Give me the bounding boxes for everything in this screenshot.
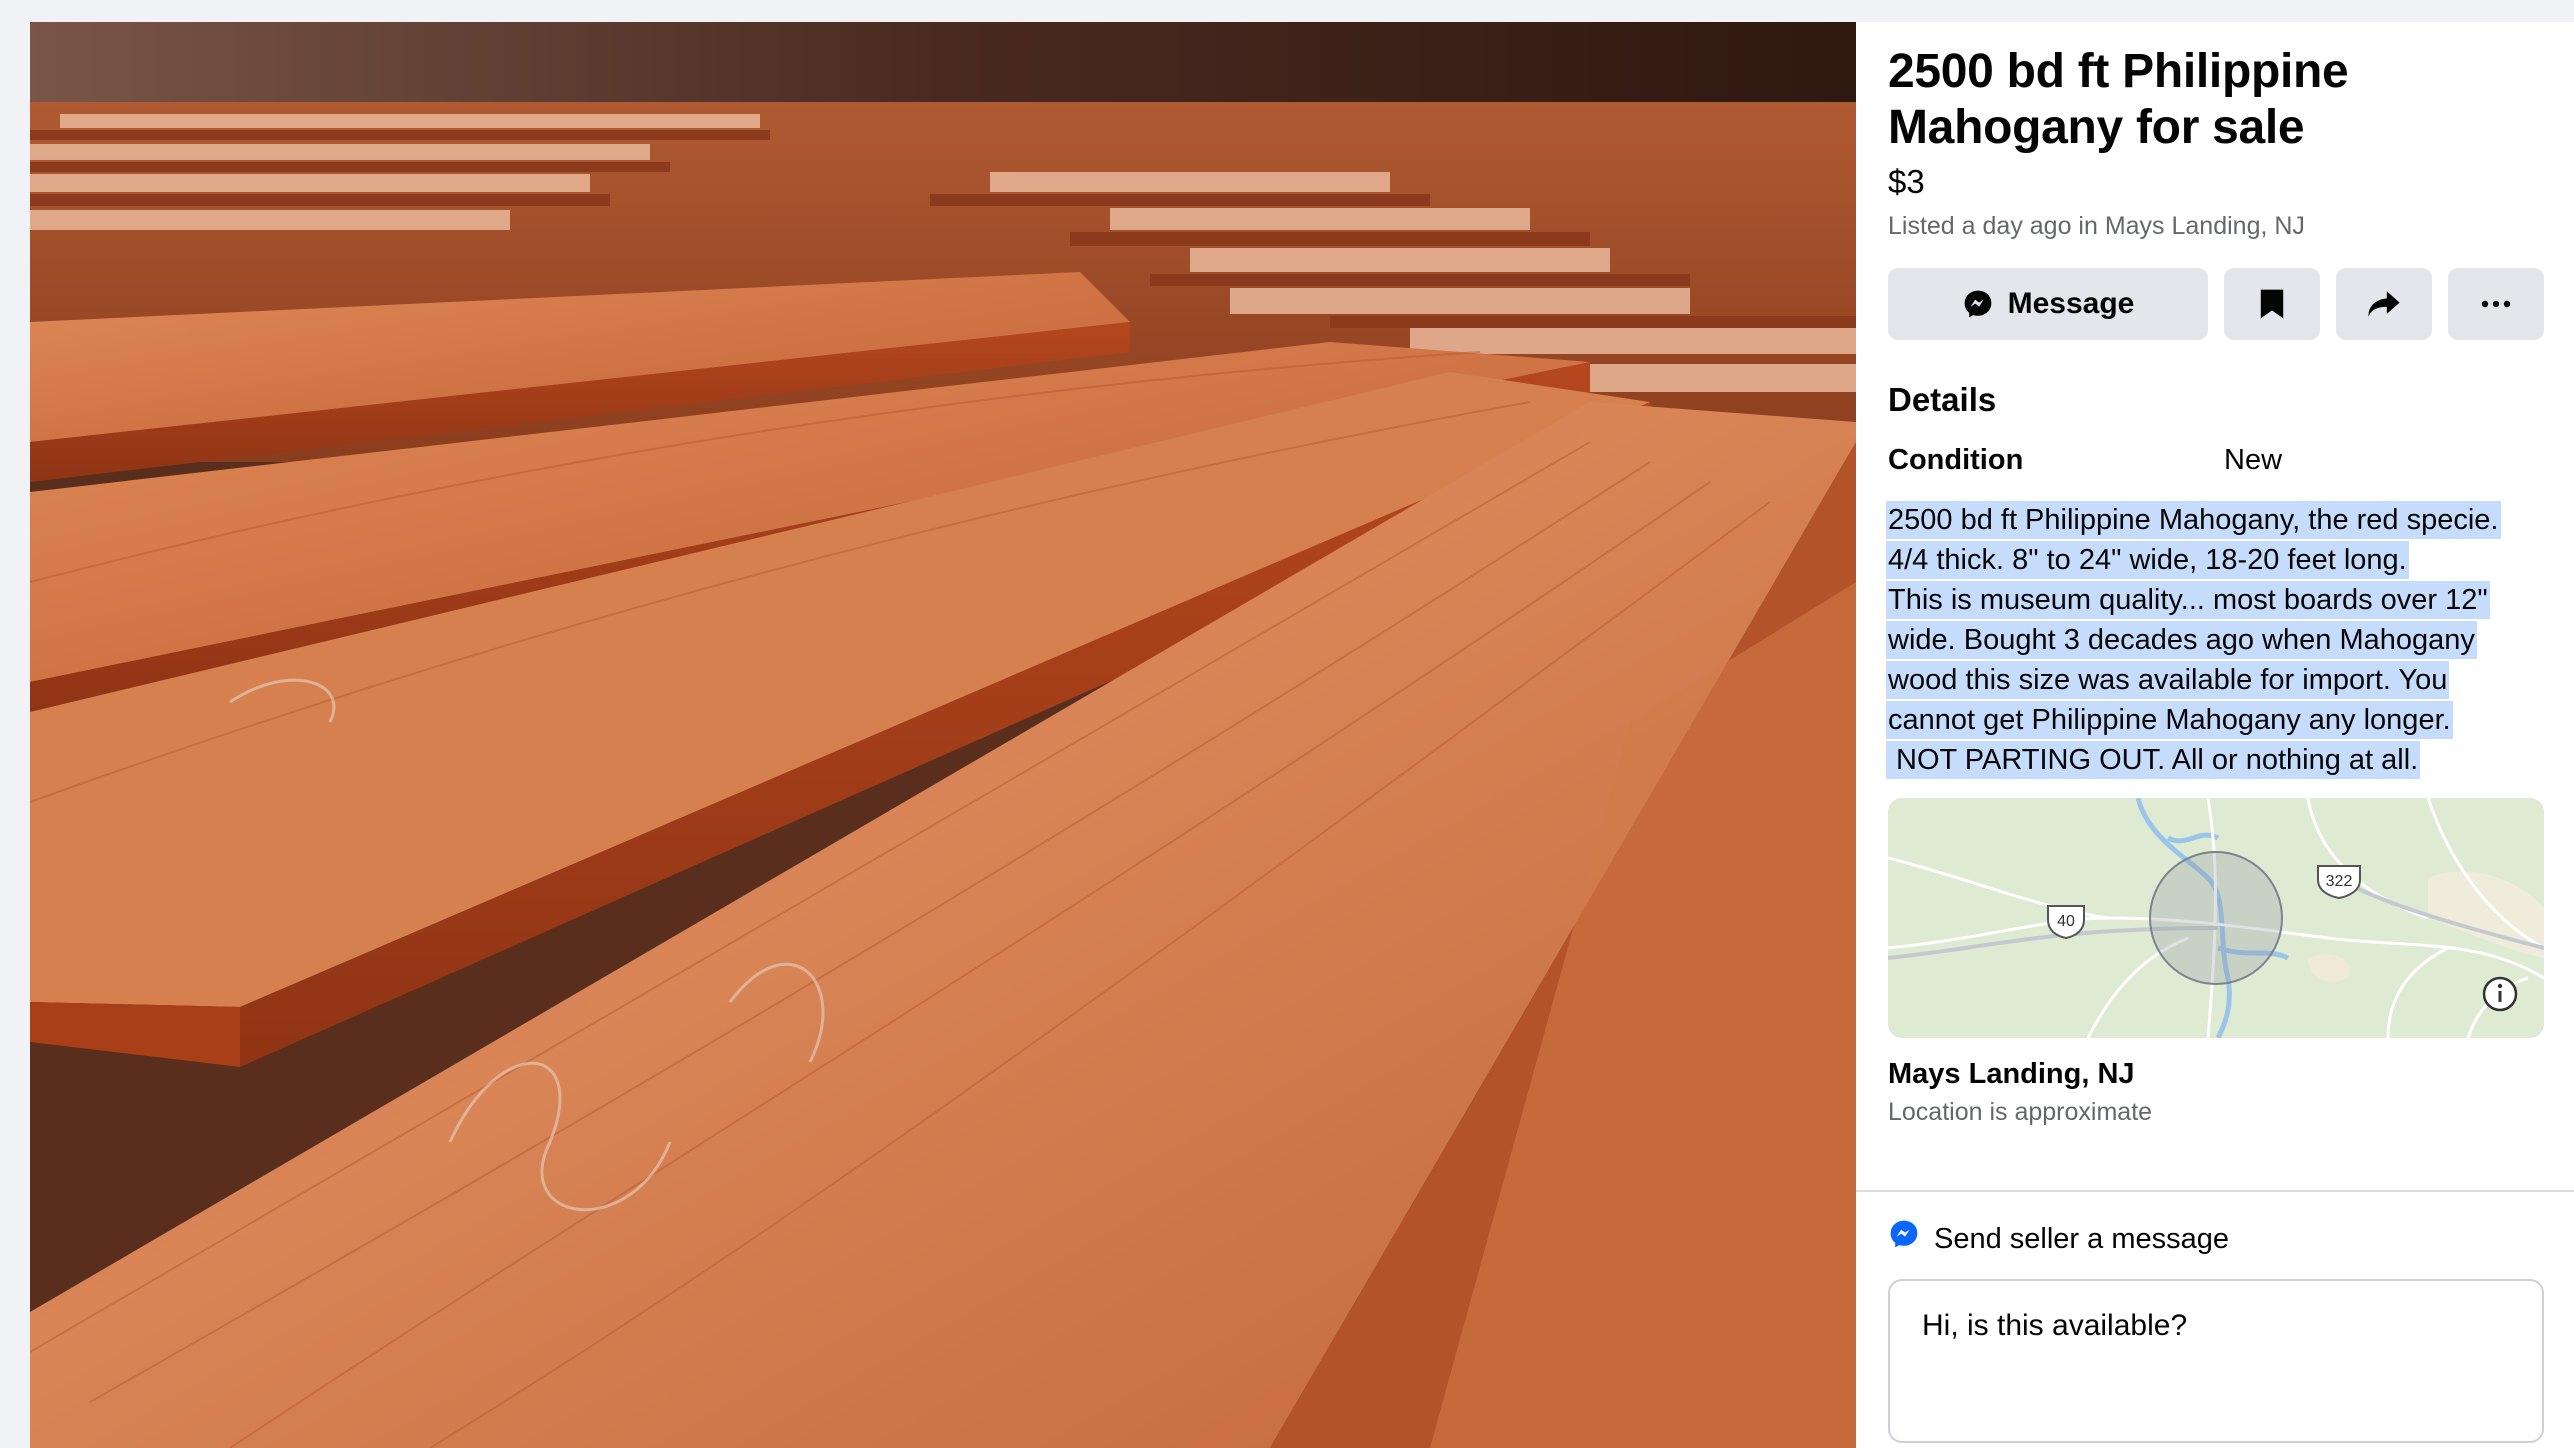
listing-photo[interactable] [30,22,1856,1448]
condition-row: Condition New [1888,442,2544,478]
location-name: Mays Landing, NJ [1888,1058,2135,1090]
marketplace-listing-page: 2500 bd ft Philippine Mahogany for sale … [0,0,2574,1448]
description-line: wood this size was available for import.… [1886,661,2450,699]
description-line: wide. Bought 3 decades ago when Mahogany [1886,621,2477,659]
save-button[interactable] [2224,268,2320,340]
listing-price: $3 [1888,163,1925,200]
route-40-shield: 40 [2047,905,2085,940]
seller-message-input[interactable]: Hi, is this available? [1888,1279,2544,1443]
more-icon [2481,300,2511,308]
action-row: Message [1888,268,2544,340]
condition-value: New [2224,444,2283,476]
share-button[interactable] [2336,268,2432,340]
send-message-section: Send seller a message Hi, is this availa… [1888,1218,2544,1448]
description-line: 4/4 thick. 8" to 24" wide, 18-20 feet lo… [1886,541,2409,579]
more-options-button[interactable] [2448,268,2544,340]
details-heading: Details [1888,381,1997,418]
send-message-header: Send seller a message [1888,1218,2544,1259]
mahogany-boards-image [30,22,1856,1448]
location-map[interactable]: 40 322 [1888,798,2544,1038]
condition-label: Condition [1888,444,2024,476]
listing-description[interactable]: 2500 bd ft Philippine Mahogany, the red … [1886,500,2566,780]
listing-meta: Listed a day ago in Mays Landing, NJ [1888,212,2305,240]
description-line: 2500 bd ft Philippine Mahogany, the red … [1886,501,2501,539]
listing-title: 2500 bd ft Philippine Mahogany for sale [1888,45,2349,154]
description-line: NOT PARTING OUT. All or nothing at all. [1886,741,2421,779]
description-line: This is museum quality... most boards ov… [1886,581,2490,619]
send-message-title: Send seller a message [1934,1222,2229,1255]
section-divider [1856,1190,2574,1192]
location-note: Location is approximate [1888,1098,2153,1126]
message-button-label: Message [2007,287,2135,320]
bookmark-icon [2259,288,2285,320]
listing-details-panel: 2500 bd ft Philippine Mahogany for sale … [1856,22,2574,1448]
description-line: cannot get Philippine Mahogany any longe… [1886,701,2453,739]
messenger-icon [1888,1218,1920,1259]
info-icon[interactable] [2482,976,2518,1012]
svg-text:40: 40 [2057,913,2075,930]
svg-text:322: 322 [2326,873,2353,890]
messenger-icon [1962,288,1994,320]
message-button[interactable]: Message [1888,268,2208,340]
share-icon [2367,289,2401,319]
